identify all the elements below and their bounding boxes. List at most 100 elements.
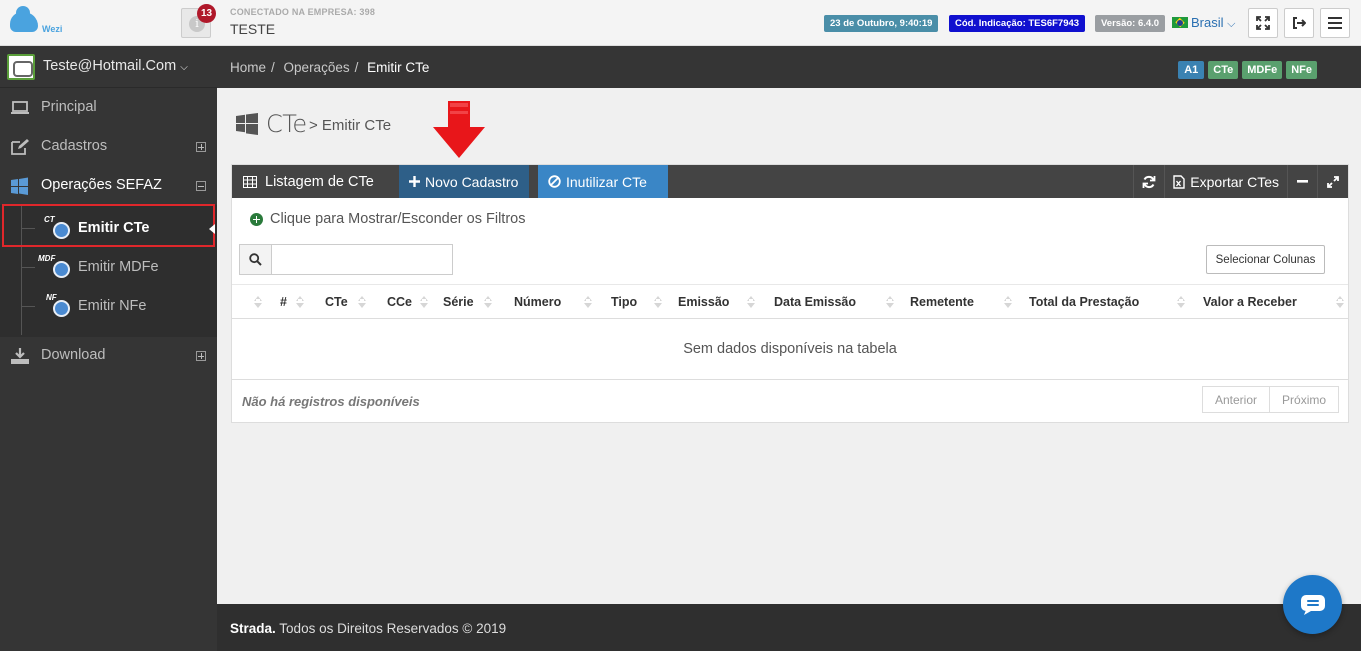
sort-icon[interactable] [584,296,592,308]
search-box [239,244,453,275]
panel-toolbar: Exportar CTes [1133,165,1348,198]
novo-cadastro-button[interactable]: Novo Cadastro [399,165,529,198]
next-page-button[interactable]: Próximo [1270,386,1340,413]
search-button[interactable] [239,244,272,275]
download-icon [11,348,29,364]
page-title-text: CTe [266,110,307,138]
table-icon [243,175,257,188]
certificate-tags: A1 CTe MDFe NFe [1178,61,1317,79]
expand-icon [1327,175,1339,188]
chat-widget-button[interactable] [1283,575,1342,634]
windows-icon [236,113,258,135]
sort-icon[interactable] [1336,296,1344,308]
hamburger-icon [1328,17,1342,29]
refresh-icon [1142,175,1156,188]
breadcrumb-bar: Home / Operações / Emitir CTe A1 CTe MDFe … [217,46,1361,88]
previous-page-button[interactable]: Anterior [1202,386,1271,413]
breadcrumb-current: Emitir CTe [367,60,430,75]
breadcrumb-operacoes[interactable]: Operações [284,60,350,75]
minus-icon [1297,180,1308,183]
sort-icon[interactable] [484,296,492,308]
column-header-cte[interactable]: CTe [325,285,348,319]
sidebar-item-principal[interactable]: Principal [0,88,217,127]
column-header-index[interactable]: # [280,285,287,319]
fullscreen-button[interactable] [1248,8,1278,38]
company-name: TESTE [230,21,276,37]
sort-icon[interactable] [747,296,755,308]
sidebar-item-label: Cadastros [41,138,108,154]
expand-icon[interactable] [196,142,206,152]
inutilizar-cte-button[interactable]: Inutilizar CTe [538,165,668,198]
table-header: # CTe CCe Série Número Tipo Emissão Data… [232,284,1348,319]
sidebar-item-operacoes-sefaz[interactable]: Operações SEFAZ [0,166,217,205]
menu-button[interactable] [1320,8,1350,38]
nfe-document-icon: NF [44,293,74,319]
column-header-tipo[interactable]: Tipo [611,285,637,319]
search-input[interactable] [272,244,453,275]
column-header-valor-receber[interactable]: Valor a Receber [1203,285,1297,319]
column-header-emissao[interactable]: Emissão [678,285,729,319]
column-header-total-prestacao[interactable]: Total da Prestação [1029,285,1139,319]
sort-icon[interactable] [296,296,304,308]
sort-icon[interactable] [254,296,262,308]
select-columns-button[interactable]: Selecionar Colunas [1206,245,1325,274]
version-badge: Versão: 6.4.0 [1095,15,1166,32]
table-info: Não há registros disponíveis [242,394,420,409]
cte-list-panel: Listagem de CTe Novo Cadastro Inutilizar… [231,164,1349,423]
logout-button[interactable] [1284,8,1314,38]
export-ctes-button[interactable]: Exportar CTes [1165,165,1287,198]
sort-icon[interactable] [1004,296,1012,308]
referral-code-badge: Cód. Indicação: TES6F7943 [949,15,1086,32]
sort-icon[interactable] [358,296,366,308]
search-icon [249,253,262,266]
tag-a1: A1 [1178,61,1205,79]
sidebar: Teste@Hotmail.Com ⌵ Principal Cadastros … [0,46,217,651]
footer: Strada. Todos os Direitos Reservados © 2… [217,604,1361,651]
active-caret-icon [209,224,215,234]
active-item-highlight [2,204,215,247]
language-label: Brasil [1191,15,1224,30]
cloud-logo-icon [10,6,38,32]
sidebar-item-cadastros[interactable]: Cadastros [0,127,217,166]
expand-icon[interactable] [196,351,206,361]
date-badge: 23 de Outubro, 9:40:19 [824,15,939,32]
sort-icon[interactable] [1177,296,1185,308]
sidebar-item-label: Operações SEFAZ [41,177,162,193]
tag-cte: CTe [1208,61,1239,79]
chevron-down-icon: ⌵ [180,62,188,73]
user-menu[interactable]: Teste@Hotmail.Com ⌵ [0,46,217,88]
filter-toggle[interactable]: Clique para Mostrar/Esconder os Filtros [250,211,525,227]
sort-icon[interactable] [420,296,428,308]
column-header-serie[interactable]: Série [443,285,474,319]
edit-icon [11,139,29,155]
chevron-down-icon: ⌵ [1227,18,1236,30]
ban-icon [548,175,561,188]
tag-nfe: NFe [1286,61,1317,79]
footer-text: Strada. Todos os Direitos Reservados © 2… [230,621,507,636]
empty-table-message: Sem dados disponíveis na tabela [232,319,1348,380]
sort-icon[interactable] [886,296,894,308]
column-header-numero[interactable]: Número [514,285,561,319]
collapse-icon[interactable] [196,181,206,191]
laptop-icon [11,101,29,114]
collapse-panel-button[interactable] [1288,165,1317,198]
sidebar-subitem-emitir-mdfe[interactable]: MDF Emitir MDFe [0,248,217,287]
column-header-remetente[interactable]: Remetente [910,285,974,319]
expand-panel-button[interactable] [1318,165,1348,198]
sidebar-subitem-emitir-nfe[interactable]: NF Emitir NFe [0,287,217,326]
sidebar-subitem-label: Emitir MDFe [78,259,159,275]
panel-header: Listagem de CTe Novo Cadastro Inutilizar… [232,165,1348,198]
language-selector[interactable]: Brasil ⌵ [1191,15,1235,31]
top-bar: Wezi i 13 CONECTADO NA EMPRESA: 398 TEST… [0,0,1361,46]
sidebar-item-download[interactable]: Download [0,336,217,375]
sort-icon[interactable] [654,296,662,308]
column-header-data-emissao[interactable]: Data Emissão [774,285,856,319]
app-logo[interactable]: Wezi [8,6,68,38]
mdfe-document-icon: MDF [38,254,74,280]
pagination: Anterior Próximo [1202,386,1340,413]
refresh-button[interactable] [1134,165,1164,198]
breadcrumb-home[interactable]: Home [230,60,266,75]
notifications-button[interactable]: i 13 [181,4,216,38]
sidebar-item-label: Download [41,347,106,363]
column-header-cce[interactable]: CCe [387,285,412,319]
